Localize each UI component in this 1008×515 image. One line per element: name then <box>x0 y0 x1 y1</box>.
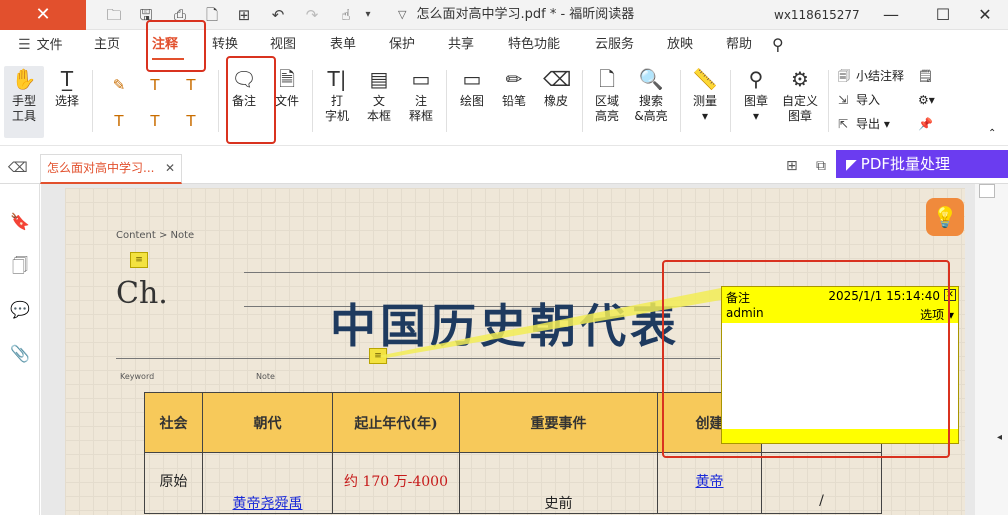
note-popup-header[interactable]: 备注 2025/1/1 15:14:40 ✕ admin 选项 ▾ <box>722 287 958 323</box>
note-popup-footer <box>722 429 958 443</box>
note-popup-label: 备注 <box>726 291 751 305</box>
note-text-input[interactable] <box>722 323 958 431</box>
close-icon[interactable]: ✕ <box>944 289 956 301</box>
note-options-label: 选项 <box>920 308 945 322</box>
note-popup[interactable]: 备注 2025/1/1 15:14:40 ✕ admin 选项 ▾ <box>721 286 959 444</box>
connector-polygon <box>378 288 721 358</box>
note-popup-datetime: 2025/1/1 15:14:40 <box>828 289 940 303</box>
note-options-menu[interactable]: 选项 ▾ <box>920 306 954 323</box>
note-popup-author: admin <box>726 306 764 320</box>
